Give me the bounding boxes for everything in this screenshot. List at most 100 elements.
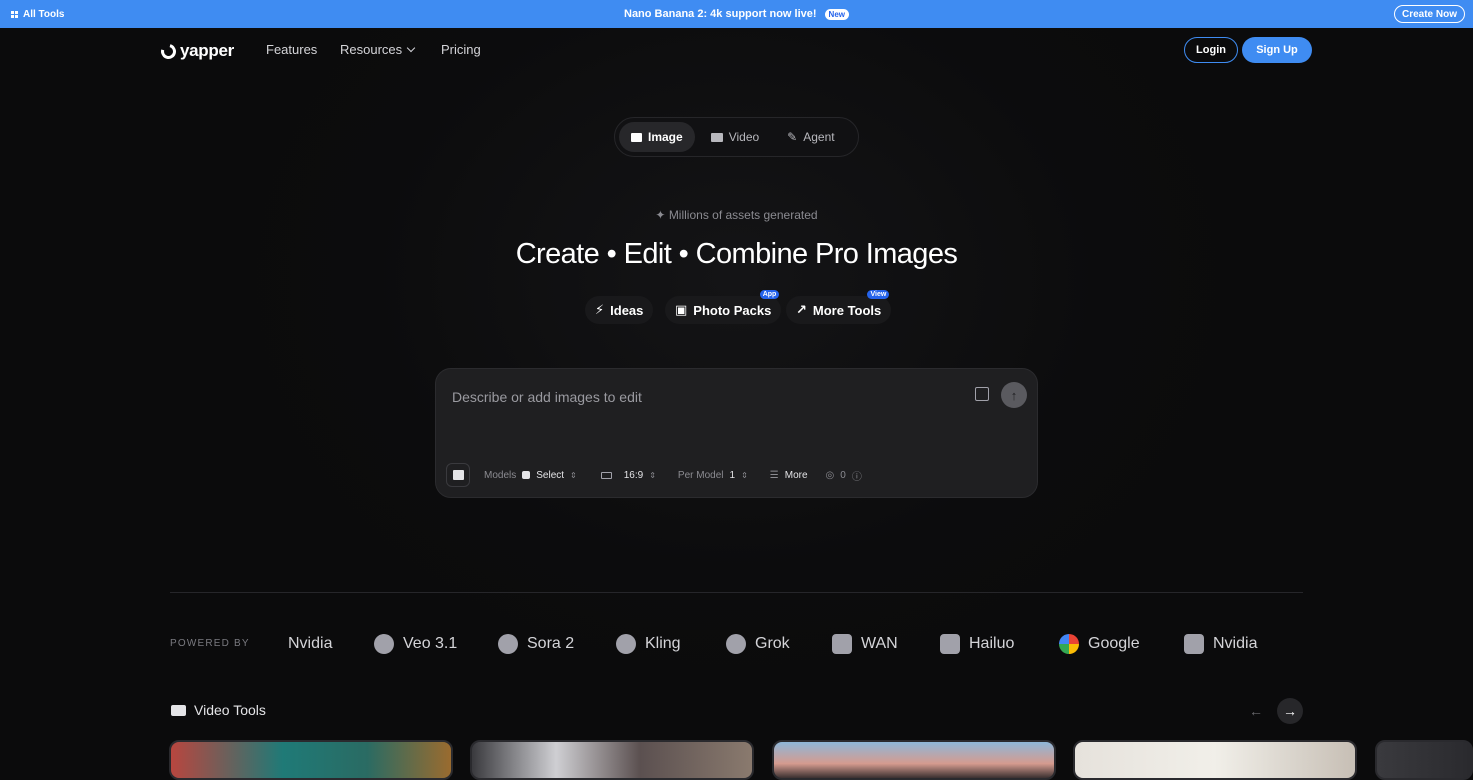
veo-icon	[374, 634, 394, 654]
google-icon	[1059, 634, 1079, 654]
arrow-up-icon: ↑	[1010, 387, 1018, 403]
updown-icon: ⇕	[741, 470, 748, 480]
per-model-select[interactable]: Per Model 1 ⇕	[678, 470, 748, 481]
send-button[interactable]: ↑	[1001, 382, 1027, 408]
brand-wan: WAN	[832, 632, 898, 656]
brand-kling-label: Kling	[645, 635, 681, 652]
logo-text: yapper	[180, 41, 234, 60]
video-tool-card[interactable]	[1375, 740, 1473, 780]
all-tools-label: All Tools	[23, 8, 65, 20]
per-model-value: 1	[729, 469, 736, 481]
kling-icon	[616, 634, 636, 654]
aspect-value: 16:9	[623, 469, 644, 481]
tab-image[interactable]: Image	[619, 122, 695, 152]
view-badge: View	[867, 290, 890, 299]
tab-agent[interactable]: ✎ Agent	[775, 122, 846, 152]
prompt-toolbar: Models Select ⇕ 16:9 ⇕ Per Model 1 ⇕ ☰ M…	[446, 463, 862, 487]
updown-icon: ⇕	[570, 470, 577, 480]
credits-indicator[interactable]: ◎ 0 ⓘ	[826, 468, 862, 483]
tab-video[interactable]: Video	[699, 122, 771, 152]
image-icon	[631, 132, 642, 142]
agent-icon: ✎	[787, 130, 798, 144]
nav-resources[interactable]: Resources	[340, 42, 416, 57]
photo-packs-icon: ▣	[675, 302, 688, 317]
prompt-box: ↑ Models Select ⇕ 16:9 ⇕ Per Model 1 ⇕ ☰	[435, 368, 1038, 498]
brand-nvidia: Nvidia	[288, 632, 332, 656]
tab-image-label: Image	[648, 130, 683, 144]
nav-resources-label: Resources	[340, 42, 403, 57]
brand-wan-label: WAN	[861, 635, 898, 652]
arrow-up-right-icon: ↗	[796, 302, 807, 317]
hero-headline: Create • Edit • Combine Pro Images	[515, 238, 958, 270]
add-image-icon	[452, 470, 464, 480]
nvidia-icon	[1184, 634, 1204, 654]
brand-hailuo-label: Hailuo	[969, 635, 1015, 652]
brand-sora: Sora 2	[498, 632, 574, 656]
more-label: More	[784, 469, 808, 481]
brand-grok-label: Grok	[755, 635, 790, 652]
wan-icon	[832, 634, 852, 654]
more-tools-chip[interactable]: ↗ More Tools View	[786, 290, 892, 324]
bolt-icon: ⚡	[595, 302, 605, 317]
video-tools-title: Video Tools	[194, 702, 266, 718]
announcement[interactable]: Nano Banana 2: 4k support now live! New	[624, 8, 849, 20]
more-options-button[interactable]: ☰ More	[770, 470, 808, 481]
grok-icon	[726, 634, 746, 654]
add-image-button[interactable]	[446, 463, 470, 487]
brand-google-label: Google	[1088, 635, 1140, 652]
arrow-right-icon: →	[1283, 703, 1297, 719]
coin-icon: ◎	[825, 469, 835, 481]
video-tool-card[interactable]	[470, 740, 754, 780]
credits-value: 0	[840, 469, 846, 481]
aspect-icon	[600, 471, 612, 479]
photo-packs-chip[interactable]: ▣ Photo Packs App	[665, 290, 782, 324]
list-icon: ☰	[769, 469, 779, 481]
navbar: yapper Features Resources Pricing Login …	[0, 28, 1473, 72]
all-tools-link[interactable]: All Tools	[11, 0, 64, 28]
aspect-select[interactable]: 16:9 ⇕	[600, 469, 656, 481]
announcement-text: Nano Banana 2: 4k support now live!	[624, 8, 817, 20]
brand-logos: Nvidia Veo 3.1 Sora 2 Kling Grok WAN Hai…	[288, 632, 1288, 656]
updown-icon: ⇕	[649, 470, 656, 480]
info-icon: ⓘ	[851, 471, 862, 483]
create-now-button[interactable]: Create Now	[1393, 5, 1465, 23]
grid-icon	[11, 10, 18, 18]
brand-grok: Grok	[726, 632, 790, 656]
brand-sora-label: Sora 2	[527, 635, 575, 652]
nav-pricing[interactable]: Pricing	[441, 42, 481, 57]
more-tools-label: More Tools	[812, 302, 882, 318]
model-icon	[522, 471, 531, 479]
arrow-left-icon: ←	[1249, 703, 1263, 719]
signup-button[interactable]: Sign Up	[1242, 37, 1312, 63]
ideas-chip[interactable]: ⚡ Ideas	[585, 296, 654, 324]
models-value: Select	[536, 469, 565, 481]
brand-nvidia-label: Nvidia	[288, 635, 333, 652]
brand-kling: Kling	[616, 632, 681, 656]
models-select[interactable]: Models Select ⇕	[484, 470, 577, 481]
ideas-label: Ideas	[610, 302, 644, 318]
nav-features[interactable]: Features	[266, 42, 317, 57]
video-tool-card[interactable]	[1073, 740, 1357, 780]
brand-veo: Veo 3.1	[374, 632, 457, 656]
logo-icon	[158, 40, 179, 62]
video-icon	[710, 132, 723, 142]
carousel-prev-button[interactable]: ←	[1243, 698, 1269, 724]
new-badge: New	[824, 8, 849, 20]
hero-subtitle: ✦ Millions of assets generated	[0, 208, 1473, 222]
app-badge: App	[759, 290, 780, 299]
tab-agent-label: Agent	[803, 130, 835, 144]
video-tools-heading: Video Tools	[171, 702, 266, 718]
announcement-bar: All Tools Nano Banana 2: 4k support now …	[0, 0, 1473, 28]
video-tool-card[interactable]	[772, 740, 1056, 780]
logo[interactable]: yapper	[158, 40, 234, 62]
prompt-input[interactable]	[452, 387, 952, 407]
login-button[interactable]: Login	[1184, 37, 1238, 63]
per-model-label: Per Model	[677, 469, 724, 481]
brand-nvidia-2: Nvidia	[1184, 632, 1257, 656]
hero-subtitle-text: Millions of assets generated	[668, 208, 818, 222]
brand-hailuo: Hailuo	[940, 632, 1014, 656]
sparkle-icon: ✦	[655, 208, 669, 222]
carousel-next-button[interactable]: →	[1277, 698, 1303, 724]
video-tool-card[interactable]	[169, 740, 453, 780]
edit-prompt-icon[interactable]	[975, 387, 989, 401]
